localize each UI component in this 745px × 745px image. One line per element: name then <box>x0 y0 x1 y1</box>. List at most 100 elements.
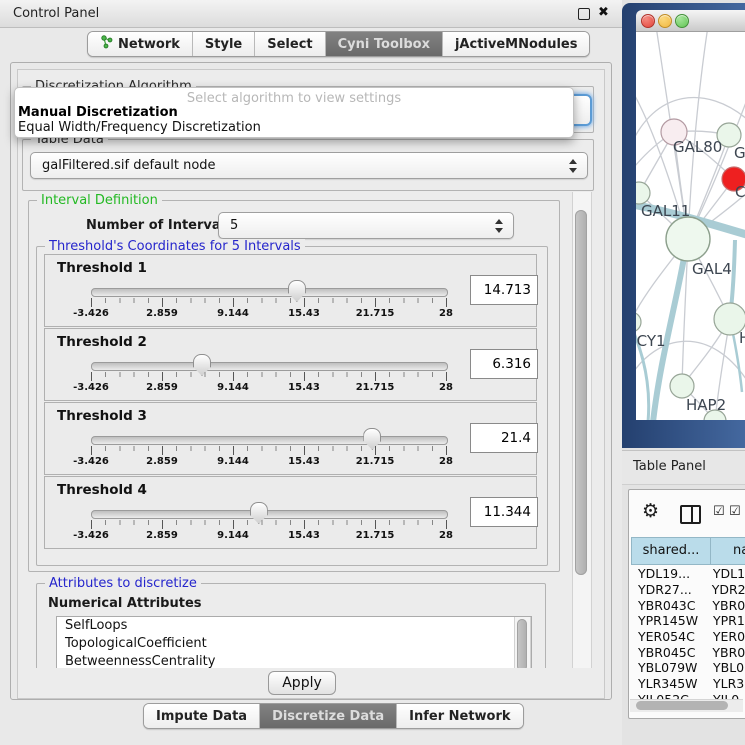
threshold-3-label: Threshold 3 <box>57 408 147 424</box>
minimize-traffic-light-icon[interactable] <box>658 14 672 28</box>
threshold-4-ticks: -3.4262.8599.14415.4321.71528 <box>91 520 447 542</box>
threshold-1-slider-track[interactable] <box>91 288 448 297</box>
table-row[interactable]: YBL079WYBL0 <box>631 660 745 676</box>
name-cell: YBL0 <box>710 660 744 675</box>
thresholds-group-title: Threshold's Coordinates for 5 Intervals <box>45 239 305 254</box>
network-window-titlebar[interactable] <box>636 10 745 32</box>
shared-name-cell: YBL079W <box>631 660 710 675</box>
tick-label: 9.144 <box>217 382 249 393</box>
node-gal4[interactable] <box>666 217 710 261</box>
tick-label: -3.426 <box>73 308 109 319</box>
tick-label: 28 <box>439 530 453 541</box>
table-row[interactable]: YBR043CYBR0 <box>631 597 745 613</box>
tab-style[interactable]: Style <box>192 32 254 56</box>
node-label-gal11: GAL11 <box>641 202 690 220</box>
tab-cyni-toolbox[interactable]: Cyni Toolbox <box>325 32 442 56</box>
major-tick <box>375 520 376 529</box>
algorithm-option-manual[interactable]: Manual Discretization <box>18 105 178 120</box>
tick-label: 28 <box>439 308 453 319</box>
algorithm-option-equal-width[interactable]: Equal Width/Frequency Discretization <box>18 120 261 135</box>
table-row[interactable]: YDL19...YDL1 <box>631 566 745 582</box>
tab-impute-data[interactable]: Impute Data <box>144 704 259 728</box>
shared-name-cell: YBR043C <box>631 598 709 613</box>
checkbox-icon[interactable]: ☑ <box>729 504 741 519</box>
threshold-2-value-field[interactable]: 6.316 <box>470 349 538 379</box>
name-cell: YBR0 <box>709 598 745 613</box>
apply-button-label: Apply <box>282 675 322 691</box>
attribute-item[interactable]: SelfLoops <box>57 617 531 635</box>
major-tick <box>91 520 92 529</box>
zoom-traffic-light-icon[interactable] <box>675 14 689 28</box>
network-canvas[interactable]: GAL80 G. C GAL11 GAL4 GCY1 H HAP2 <box>636 32 745 420</box>
threshold-3-value-field[interactable]: 21.4 <box>470 423 538 453</box>
major-tick <box>233 520 234 529</box>
major-tick <box>162 520 163 529</box>
threshold-4-slider-track[interactable] <box>91 510 448 519</box>
combo-spinner-icon <box>569 159 578 173</box>
threshold-4-value-field[interactable]: 11.344 <box>470 497 538 527</box>
node-gcy1[interactable] <box>636 312 641 332</box>
table-data-combobox[interactable]: galFiltered.sif default node <box>30 152 588 179</box>
attribute-item[interactable]: TopologicalCoefficient <box>57 635 531 653</box>
attributes-list-scrollbar[interactable] <box>514 617 531 668</box>
major-tick <box>162 298 163 307</box>
column-header-name[interactable]: na <box>710 537 745 565</box>
table-row[interactable]: YBR045CYBR0 <box>631 644 745 660</box>
number-of-intervals-label: Number of Intervals <box>86 218 233 233</box>
column-layout-icon[interactable] <box>680 505 701 524</box>
numerical-attributes-list[interactable]: SelfLoopsTopologicalCoefficientBetweenne… <box>56 616 532 668</box>
control-panel-window: Control Panel ✖ Network Style Select Cyn… <box>0 0 622 745</box>
table-header-row: shared... na <box>631 537 745 565</box>
tab-select[interactable]: Select <box>254 32 324 56</box>
number-of-intervals-combobox[interactable]: 5 <box>218 212 514 239</box>
combo-spinner-icon <box>495 219 504 233</box>
float-window-icon[interactable] <box>578 8 590 20</box>
name-cell: YLR3 <box>710 676 744 691</box>
close-icon[interactable]: ✖ <box>598 5 609 20</box>
shared-name-cell: YER054C <box>631 629 710 644</box>
node-label-gal80: GAL80 <box>673 138 722 156</box>
threshold-1-value-field[interactable]: 14.713 <box>470 275 538 305</box>
major-tick <box>91 372 92 381</box>
control-panel-titlebar[interactable]: Control Panel ✖ <box>0 0 622 28</box>
tab-jactivemnodules[interactable]: jActiveMNodules <box>442 32 590 56</box>
tab-style-label: Style <box>205 37 242 52</box>
node-hap2[interactable] <box>670 374 694 398</box>
tick-label: 2.859 <box>146 456 178 467</box>
panel-vertical-scrollbar[interactable] <box>572 192 592 668</box>
table-horizontal-scrollbar-thumb[interactable] <box>636 701 728 710</box>
panel-vertical-scrollbar-thumb[interactable] <box>575 210 587 575</box>
threshold-3-slider-track[interactable] <box>91 436 448 445</box>
checkbox-icon[interactable]: ☑ <box>713 504 725 519</box>
threshold-2-label: Threshold 2 <box>57 334 147 350</box>
tab-infer-network[interactable]: Infer Network <box>396 704 522 728</box>
major-tick <box>91 446 92 455</box>
shared-name-cell: YDL19... <box>631 566 710 581</box>
gear-icon[interactable]: ⚙ <box>642 502 659 520</box>
table-row[interactable]: YPR145WYPR1 <box>631 613 745 629</box>
numerical-attributes-heading: Numerical Attributes <box>48 596 202 611</box>
threshold-2-slider-track[interactable] <box>91 362 448 371</box>
threshold-3-panel: Threshold 3 -3.4262.8599.14415.4321.7152… <box>44 402 537 475</box>
major-tick <box>304 446 305 455</box>
close-traffic-light-icon[interactable] <box>641 14 655 28</box>
table-row[interactable]: YIL052CYIL0 <box>631 692 745 700</box>
threshold-1-label: Threshold 1 <box>57 260 147 276</box>
table-row[interactable]: YLR345WYLR3 <box>631 676 745 692</box>
node-label-h: H <box>739 329 745 347</box>
table-row[interactable]: YER054CYER0 <box>631 629 745 645</box>
threshold-4-panel: Threshold 4 -3.4262.8599.14415.4321.7152… <box>44 476 537 549</box>
tab-network[interactable]: Network <box>88 32 192 56</box>
tick-label: 15.43 <box>288 382 320 393</box>
threshold-1-panel: Threshold 1 -3.4262.8599.14415.4321.7152… <box>44 254 537 327</box>
attributes-list-scrollbar-thumb[interactable] <box>517 619 527 668</box>
table-row[interactable]: YDR27...YDR2 <box>631 582 745 598</box>
column-header-shared-name[interactable]: shared... <box>631 537 711 565</box>
name-cell: YDL1 <box>710 566 745 581</box>
top-tab-bar: Network Style Select Cyni Toolbox jActiv… <box>87 31 590 57</box>
apply-button[interactable]: Apply <box>268 671 336 695</box>
threshold-2-panel: Threshold 2 -3.4262.8599.14415.4321.7152… <box>44 328 537 401</box>
tab-discretize-data[interactable]: Discretize Data <box>259 704 396 728</box>
attribute-item[interactable]: BetweennessCentrality <box>57 653 531 668</box>
table-data-selected-value: galFiltered.sif default node <box>42 158 216 173</box>
